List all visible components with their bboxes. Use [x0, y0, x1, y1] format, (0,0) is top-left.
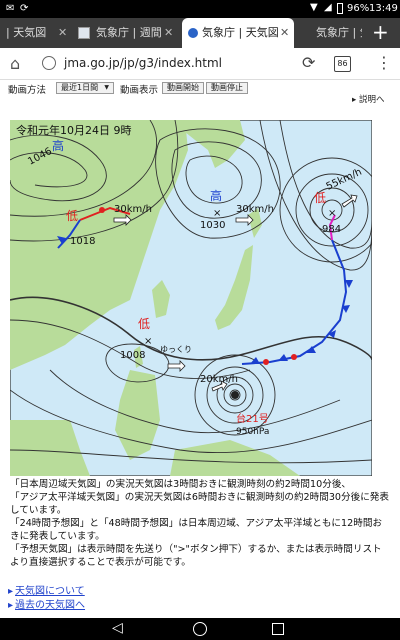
clock: 13:49 [369, 3, 398, 14]
recents-icon[interactable] [272, 623, 284, 635]
back-icon[interactable]: ◁ [112, 620, 123, 636]
sync-icon: ⟳ [20, 3, 29, 14]
movement-speed: 20km/h [200, 374, 238, 385]
typhoon-name: 台21号 [236, 412, 269, 425]
close-icon[interactable]: ✕ [164, 18, 173, 48]
signal-icon: ◢ [324, 2, 332, 13]
about-weather-map-link[interactable]: 天気図について [8, 582, 85, 597]
new-tab-button[interactable]: + [372, 20, 389, 44]
high-pressure-value: 1030 [200, 220, 225, 231]
method-label: 動画方法 [8, 85, 47, 96]
method-select[interactable]: 最近1日間 ▼ [56, 82, 114, 94]
low-center-cross-icon: × [144, 336, 152, 347]
description-paragraph: 「アジア太平洋域天気図」の実況天気図は6時間おきに観測時刻の約2時間30分後に発… [10, 492, 389, 517]
tab-4[interactable]: 気象庁 | 気 [296, 18, 362, 48]
close-icon[interactable]: ✕ [58, 18, 67, 48]
navigation-bar: ◁ [0, 618, 400, 640]
favicon-icon [78, 27, 90, 39]
weather-map: 令和元年10月24日 9時 高 1046 高 1030 × 低 1018 低 ×… [10, 120, 372, 476]
tab-3[interactable]: 気象庁 | 天気図 ✕ [182, 18, 294, 48]
movement-speed: 30km/h [236, 204, 274, 215]
tab-title: 気象庁 | 天気図 [202, 26, 279, 39]
battery-icon [337, 3, 343, 14]
start-button[interactable]: 動画開始 [162, 82, 204, 94]
tab-strip: | 天気図 ✕ 気象庁 | 週間 ✕ 気象庁 | 天気図 ✕ 気象庁 | 気 + [0, 18, 400, 48]
notification-icon: ✉ [6, 3, 15, 14]
tab-title: 気象庁 | 週間 [96, 26, 162, 39]
typhoon-center-icon [231, 391, 239, 399]
low-pressure-symbol: 低 [66, 209, 78, 223]
low-pressure-value: 984 [322, 224, 341, 235]
tab-title: | 天気図 [6, 26, 47, 39]
address-toolbar: ⌂ jma.go.jp/jp/g3/index.html ⟳ 86 ⋮ [0, 48, 400, 80]
home-nav-icon[interactable] [193, 622, 207, 636]
low-center-cross-icon: × [328, 208, 336, 219]
low-pressure-symbol: 低 [138, 317, 150, 331]
close-icon[interactable]: ✕ [280, 18, 289, 48]
url-field[interactable]: jma.go.jp/jp/g3/index.html [64, 56, 222, 70]
tab-switcher-button[interactable]: 86 [334, 56, 351, 72]
reload-icon[interactable]: ⟳ [302, 53, 315, 72]
movement-speed: 30km/h [114, 204, 152, 215]
description-paragraph: 「日本周辺域天気図」の実況天気図は3時間おきに観測時刻の約2時間10分後、 [10, 479, 352, 490]
low-pressure-value: 1008 [120, 350, 145, 361]
dropdown-icon: ▼ [104, 84, 109, 91]
slow-movement-label: ゆっくり [160, 345, 192, 354]
typhoon-pressure: 950hPa [236, 427, 269, 437]
page-content: 動画方法 最近1日間 ▼ 動画表示 動画開始 動画停止 ▸ 説明へ 令和元年10… [0, 80, 400, 618]
low-pressure-symbol: 低 [314, 191, 326, 205]
help-link[interactable]: ▸ 説明へ [352, 93, 384, 105]
help-link-text: 説明へ [358, 95, 385, 105]
wifi-icon: ▼ [310, 2, 318, 13]
battery-level: 96% [347, 3, 370, 14]
high-pressure-symbol: 高 [210, 188, 222, 203]
tab-1[interactable]: | 天気図 ✕ [0, 18, 72, 48]
home-icon[interactable]: ⌂ [10, 54, 20, 73]
map-date-label: 令和元年10月24日 9時 [16, 123, 132, 137]
low-pressure-value: 1018 [70, 236, 95, 247]
high-pressure-symbol: 高 [52, 138, 64, 153]
description-paragraph: 「24時間予想図」と「48時間予想図」は日本周辺域、アジア太平洋域ともに12時間… [10, 518, 383, 543]
high-center-cross-icon: × [213, 208, 221, 219]
tab-2[interactable]: 気象庁 | 週間 ✕ [72, 18, 180, 48]
status-bar: ✉ ⟳ ▼ ◢ 96% 13:49 [0, 0, 400, 18]
tab-title: 気象庁 | 気 [316, 26, 362, 39]
globe-icon [42, 56, 56, 70]
description-paragraph: 「予想天気図」は表示時間を先送り（">"ボタン押下）するか、または表示時間リスト… [10, 544, 382, 569]
stop-button[interactable]: 動画停止 [206, 82, 248, 94]
display-label: 動画表示 [120, 85, 159, 96]
menu-icon[interactable]: ⋮ [376, 53, 392, 72]
method-selected: 最近1日間 [61, 83, 99, 92]
past-weather-maps-link[interactable]: 過去の天気図へ [8, 596, 85, 611]
jma-favicon-icon [188, 28, 198, 38]
